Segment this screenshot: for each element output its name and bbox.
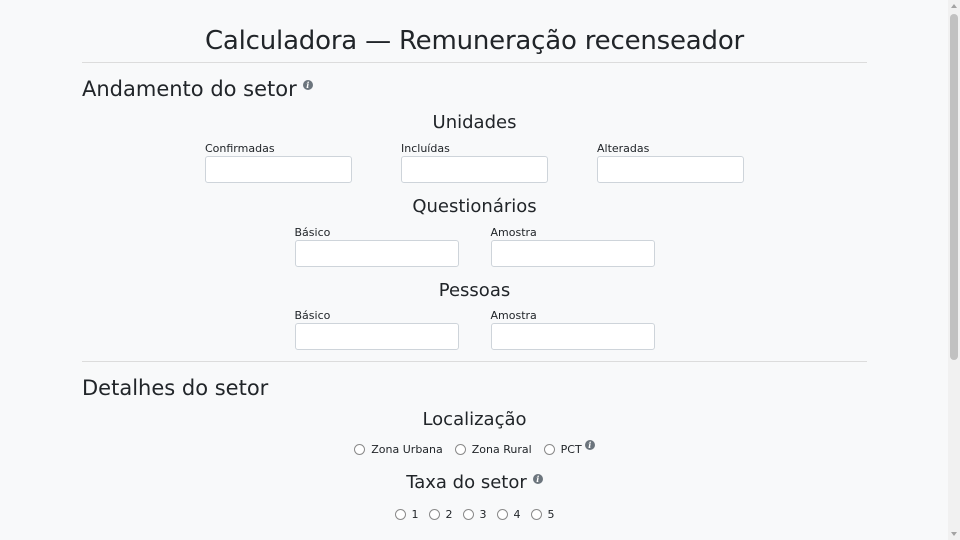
radio-taxa-4[interactable]: 4 [496, 507, 521, 521]
radio-label-taxa-3: 3 [479, 507, 487, 521]
radio-circle[interactable] [462, 508, 474, 520]
pessoas-amostra-input[interactable] [490, 323, 655, 350]
field-alteradas: Alteradas [597, 141, 744, 183]
radio-circle[interactable] [454, 443, 466, 455]
radio-taxa-3[interactable]: 3 [462, 507, 487, 521]
incluidas-input[interactable] [401, 156, 548, 183]
radio-label-zona-rural: Zona Rural [471, 442, 532, 456]
label-questionarios-amostra: Amostra [490, 226, 537, 239]
label-questionarios-basico: Básico [294, 226, 331, 239]
questionarios-row: Básico Amostra [82, 225, 867, 267]
confirmadas-input[interactable] [205, 156, 352, 183]
field-questionarios-amostra: Amostra [490, 225, 655, 267]
label-incluidas: Incluídas [401, 142, 450, 155]
questionarios-amostra-input[interactable] [490, 240, 655, 267]
title-divider [82, 62, 867, 63]
section-title-detalhes-text: Detalhes do setor [82, 376, 269, 400]
label-pessoas-basico: Básico [294, 309, 331, 322]
main-container: Calculadora — Remuneração recenseador An… [82, 0, 867, 523]
info-icon[interactable]: i [584, 440, 595, 450]
radio-circle[interactable] [428, 508, 440, 520]
section-title-andamento-text: Andamento do setor [82, 77, 297, 101]
section-divider [82, 361, 867, 362]
subtitle-questionarios: Questionários [412, 196, 537, 217]
radio-circle[interactable] [543, 443, 555, 455]
radio-label-taxa-1: 1 [411, 507, 419, 521]
alteradas-input[interactable] [597, 156, 744, 183]
radio-label-pct: PCT [560, 442, 582, 456]
radio-circle[interactable] [394, 508, 406, 520]
localizacao-radio-group: Zona Urbana Zona Rural PCT i [82, 440, 867, 458]
subtitle-taxa-text: Taxa do setor [406, 472, 527, 493]
radio-label-zona-urbana: Zona Urbana [371, 442, 443, 456]
page-title: Calculadora — Remuneração recenseador [204, 26, 745, 56]
vertical-scrollbar[interactable] [948, 0, 960, 540]
section-title-detalhes: Detalhes do setor [82, 373, 867, 403]
radio-pct[interactable]: PCT i [543, 440, 595, 456]
taxa-radio-group: 1 2 3 4 5 [82, 505, 867, 523]
subtitle-pessoas: Pessoas [438, 280, 511, 301]
info-icon[interactable]: i [532, 474, 543, 484]
radio-circle[interactable] [354, 443, 366, 455]
label-pessoas-amostra: Amostra [490, 309, 537, 322]
scrollbar-thumb[interactable] [950, 14, 958, 360]
radio-label-taxa-2: 2 [445, 507, 453, 521]
unidades-row: Confirmadas Incluídas Alteradas [82, 141, 867, 183]
field-pessoas-amostra: Amostra [490, 308, 655, 350]
radio-circle[interactable] [496, 508, 508, 520]
radio-circle[interactable] [530, 508, 542, 520]
radio-zona-rural[interactable]: Zona Rural [454, 442, 532, 456]
radio-label-taxa-5: 5 [547, 507, 555, 521]
scroll-down-icon[interactable] [951, 532, 957, 536]
info-icon[interactable]: i [302, 80, 313, 90]
label-alteradas: Alteradas [597, 142, 650, 155]
pessoas-basico-input[interactable] [294, 323, 459, 350]
field-questionarios-basico: Básico [294, 225, 459, 267]
radio-taxa-2[interactable]: 2 [428, 507, 453, 521]
pessoas-row: Básico Amostra [82, 308, 867, 350]
section-title-andamento: Andamento do setor i [82, 74, 867, 104]
label-confirmadas: Confirmadas [205, 142, 275, 155]
radio-zona-urbana[interactable]: Zona Urbana [354, 442, 443, 456]
radio-taxa-1[interactable]: 1 [394, 507, 419, 521]
subtitle-unidades: Unidades [432, 112, 517, 133]
questionarios-basico-input[interactable] [294, 240, 459, 267]
radio-taxa-5[interactable]: 5 [530, 507, 555, 521]
scroll-up-icon[interactable] [951, 4, 957, 8]
field-pessoas-basico: Básico [294, 308, 459, 350]
field-confirmadas: Confirmadas [205, 141, 352, 183]
field-incluidas: Incluídas [401, 141, 548, 183]
subtitle-localizacao: Localização [422, 409, 527, 430]
subtitle-taxa: Taxa do setor i [82, 471, 867, 495]
radio-label-taxa-4: 4 [513, 507, 521, 521]
